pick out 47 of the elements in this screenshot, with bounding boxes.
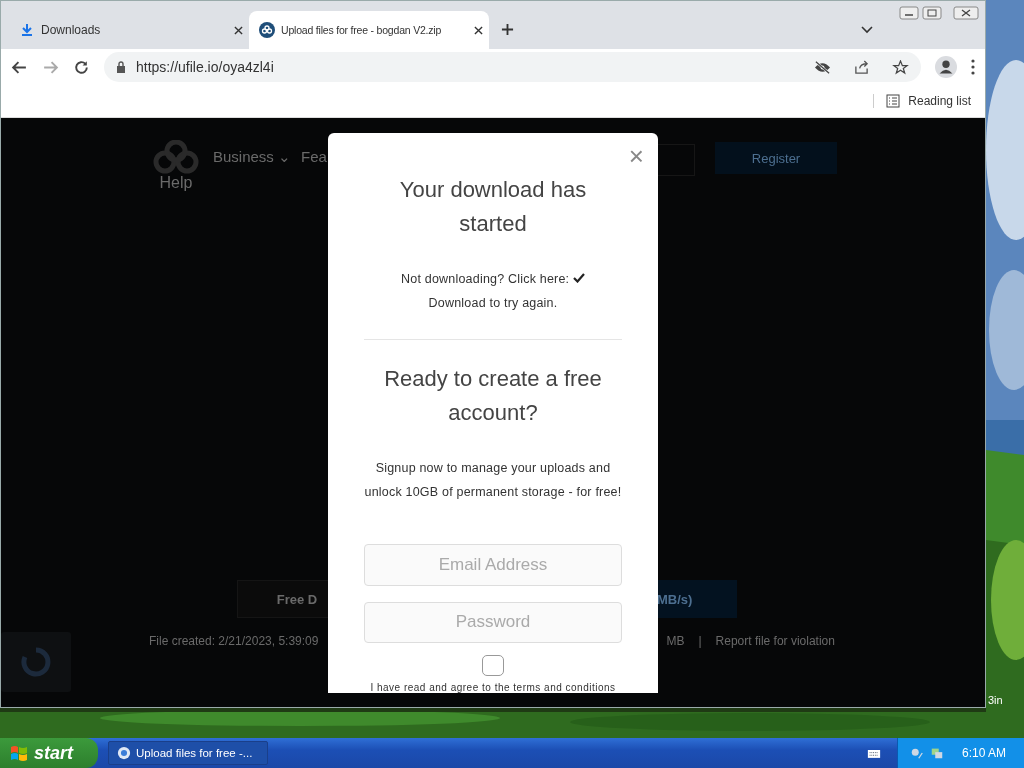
eye-slash-icon[interactable] — [814, 59, 831, 75]
browser-tab[interactable]: Upload files for free - bogdan V2.zip — [249, 11, 489, 49]
terms-checkbox[interactable] — [482, 655, 504, 676]
reading-list-button[interactable]: Reading list — [873, 94, 971, 108]
signup-title: Ready to create a free account? — [383, 365, 603, 427]
check-icon — [572, 273, 585, 283]
taskbar-button[interactable]: Upload files for free -... — [108, 741, 268, 765]
file-info: File created: 2/21/2023, 5:39:09 — [149, 634, 319, 648]
close-icon[interactable] — [474, 25, 483, 35]
list-icon — [886, 94, 901, 108]
dialog-title: Your download has started — [398, 176, 588, 238]
signup-text: Signup now to manage your uploads and unlock 10GB of permanent storage - for free! — [364, 460, 622, 501]
cloud-logo-icon — [153, 140, 199, 174]
nav-link[interactable]: Business ⌄ — [213, 148, 292, 166]
keyboard-icon[interactable] — [866, 747, 881, 759]
register-button[interactable]: Register — [715, 142, 837, 174]
browser-tab[interactable]: Downloads — [9, 11, 249, 49]
help-link[interactable]: Help — [159, 174, 193, 192]
retry-text: Not downloading? Click here: Download to try again. — [364, 267, 622, 315]
report-link[interactable]: Report file for violation — [715, 634, 835, 648]
reload-icon[interactable] — [73, 58, 90, 76]
menu-icon[interactable] — [971, 59, 975, 75]
separator-text: | — [698, 634, 702, 648]
close-icon[interactable] — [234, 25, 243, 35]
download-icon — [19, 22, 35, 38]
clock: 6:10 AM — [961, 746, 1006, 760]
download-link[interactable]: Download to try again. — [428, 296, 558, 310]
close-button[interactable]: × — [628, 141, 644, 171]
new-tab-icon[interactable] — [501, 23, 514, 36]
recaptcha-icon — [21, 647, 51, 677]
windows-logo-icon — [10, 744, 28, 762]
minimize-icon[interactable] — [899, 6, 919, 20]
password-field[interactable]: Password — [364, 601, 622, 644]
chevron-down-icon[interactable] — [861, 26, 873, 34]
profile-icon[interactable] — [935, 56, 957, 78]
email-field[interactable]: Email Address — [364, 544, 622, 586]
start-button[interactable]: start — [0, 738, 98, 768]
file-size: MB — [666, 634, 685, 648]
nav-link[interactable]: Fea — [301, 148, 327, 165]
lock-icon — [116, 61, 126, 73]
cloud-logo-icon — [259, 22, 275, 38]
address-bar[interactable]: https://ufile.io/oya4zl4i — [104, 52, 921, 82]
star-icon[interactable] — [892, 59, 909, 75]
close-icon[interactable] — [953, 6, 979, 20]
browser-icon — [117, 746, 131, 760]
terms-label: I have read and agree to the terms and conditions — [370, 682, 616, 693]
share-icon[interactable] — [853, 59, 870, 75]
